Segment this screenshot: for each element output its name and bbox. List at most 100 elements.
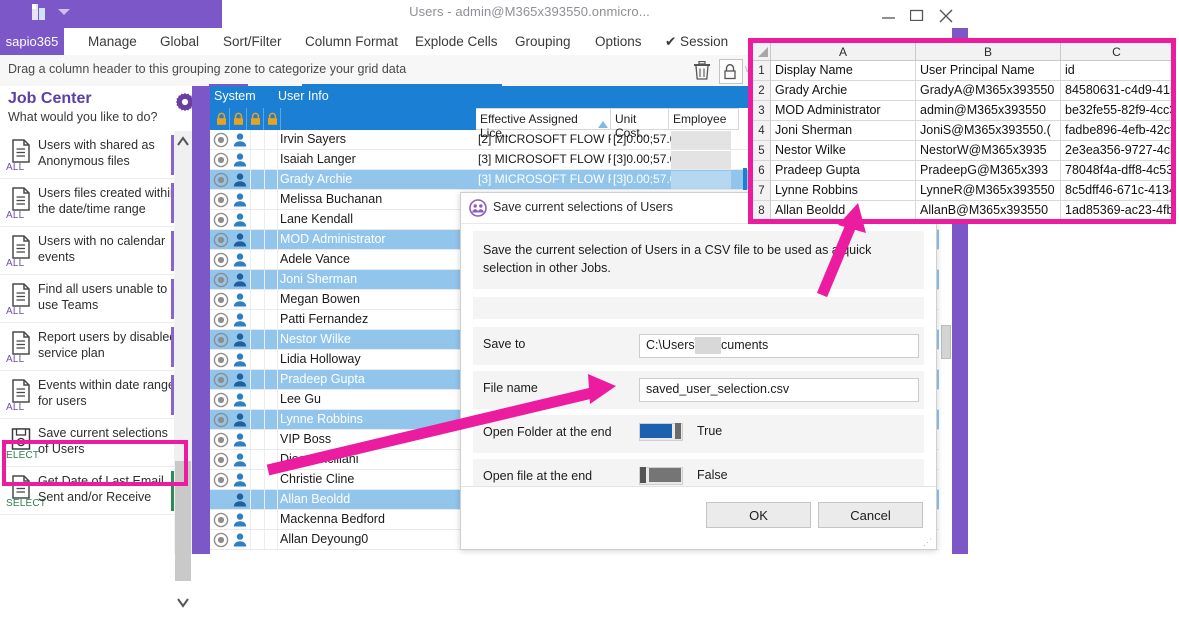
- row-radio-icon[interactable]: [213, 272, 229, 288]
- spreadsheet-cell[interactable]: fadbe896-4efb-42cf-9c1: [1061, 121, 1171, 141]
- job-center-item-1[interactable]: ALL Users files created within the date/t…: [0, 179, 192, 227]
- spreadsheet-cell[interactable]: [1173, 101, 1176, 121]
- save-to-input[interactable]: C:\Users\ \Documents: [639, 334, 919, 358]
- cancel-button[interactable]: Cancel: [818, 502, 923, 528]
- spreadsheet-cell[interactable]: User Principal Name: [916, 61, 1061, 81]
- job-center-item-4[interactable]: ALL Report users by disabled service plan: [0, 323, 192, 371]
- row-radio-icon[interactable]: [213, 152, 229, 168]
- row-radio-icon[interactable]: [213, 132, 229, 148]
- column-header-employee[interactable]: Employee: [669, 108, 739, 130]
- spreadsheet-row-header-5[interactable]: 5: [753, 141, 771, 161]
- job-center-item-5[interactable]: ALL Events within date range for users: [0, 371, 192, 419]
- spreadsheet-cell[interactable]: [1173, 201, 1176, 221]
- spreadsheet-grid[interactable]: ABCD 12345678 Display NameUser Principal…: [753, 43, 1171, 219]
- lock-icon[interactable]: [248, 108, 264, 130]
- toggle-knob[interactable]: [675, 423, 681, 439]
- dialog-resize-grip[interactable]: ⋰: [923, 537, 933, 548]
- spreadsheet-cell[interactable]: be32fe55-82f9-4cc3-900: [1061, 101, 1171, 121]
- tab-session[interactable]: ✔ Session: [655, 28, 738, 55]
- row-radio-icon[interactable]: [213, 532, 229, 548]
- spreadsheet-overlay[interactable]: ABCD 12345678 Display NameUser Principal…: [748, 38, 1176, 224]
- spreadsheet-cell[interactable]: NestorW@M365x3935: [916, 141, 1061, 161]
- tab-sapio365[interactable]: sapio365: [0, 28, 64, 55]
- spreadsheet-cell[interactable]: AllanB@M365x393550: [916, 201, 1061, 219]
- spreadsheet-cell[interactable]: Joni Sherman: [771, 121, 916, 141]
- row-radio-icon[interactable]: [213, 292, 229, 308]
- spreadsheet-row-header-7[interactable]: 7: [753, 181, 771, 201]
- open-file-toggle[interactable]: [639, 467, 687, 485]
- job-center-item-3[interactable]: ALL Find all users unable to use Teams: [0, 275, 192, 323]
- row-radio-icon[interactable]: [213, 472, 229, 488]
- spreadsheet-cell[interactable]: MOD Administrator: [771, 101, 916, 121]
- open-folder-toggle[interactable]: [639, 423, 687, 441]
- spreadsheet-cell[interactable]: [1173, 121, 1176, 141]
- lock-icon[interactable]: [214, 108, 230, 130]
- tab-sort-filter[interactable]: Sort/Filter: [213, 28, 292, 55]
- spreadsheet-column-header-d[interactable]: D: [1173, 43, 1176, 61]
- spreadsheet-cell[interactable]: 8c5dff46-671c-4134-b95: [1061, 181, 1171, 201]
- tab-grouping[interactable]: Grouping: [505, 28, 581, 55]
- spreadsheet-cell[interactable]: GradyA@M365x393550: [916, 81, 1061, 101]
- spreadsheet-row-header-8[interactable]: 8: [753, 201, 771, 219]
- tab-explode-cells[interactable]: Explode Cells: [405, 28, 508, 55]
- row-radio-icon[interactable]: [213, 352, 229, 368]
- spreadsheet-cell[interactable]: Pradeep Gupta: [771, 161, 916, 181]
- spreadsheet-row-header-1[interactable]: 1: [753, 61, 771, 81]
- job-center-item-0[interactable]: ALL Users with shared as Anonymous files: [0, 131, 192, 179]
- lock-icon[interactable]: [231, 108, 247, 130]
- spreadsheet-cell[interactable]: 1ad85369-ac23-4fb6-be: [1061, 201, 1171, 219]
- row-radio-icon[interactable]: [213, 412, 229, 428]
- close-button[interactable]: [929, 2, 963, 26]
- spreadsheet-cell[interactable]: id: [1061, 61, 1171, 81]
- job-center-list[interactable]: ALL Users with shared as Anonymous files A…: [0, 131, 192, 554]
- spreadsheet-cell[interactable]: Allan Beoldd: [771, 201, 916, 219]
- scroll-up-icon[interactable]: [174, 131, 192, 153]
- row-radio-icon[interactable]: [213, 332, 229, 348]
- row-radio-icon[interactable]: [213, 232, 229, 248]
- spreadsheet-row-header-4[interactable]: 4: [753, 121, 771, 141]
- toggle-knob[interactable]: [640, 467, 646, 483]
- spreadsheet-column-header-b[interactable]: B: [916, 43, 1061, 61]
- column-header-effective-assigned-license[interactable]: Effective Assigned Lice...: [476, 108, 611, 140]
- row-radio-icon[interactable]: [213, 252, 229, 268]
- ok-button[interactable]: OK: [706, 502, 811, 528]
- spreadsheet-cell[interactable]: Lynne Robbins: [771, 181, 916, 201]
- select-all-corner-icon[interactable]: [753, 43, 771, 61]
- row-radio-icon[interactable]: [213, 452, 229, 468]
- spreadsheet-cell[interactable]: 2e3ea356-9727-4cba-9b: [1061, 141, 1171, 161]
- job-center-item-2[interactable]: ALL Users with no calendar events: [0, 227, 192, 275]
- file-name-input[interactable]: saved_user_selection.csv: [639, 378, 919, 402]
- row-radio-icon[interactable]: [213, 192, 229, 208]
- spreadsheet-cell[interactable]: 84580631-c4d9-415d-8c: [1061, 81, 1171, 101]
- spreadsheet-cell[interactable]: [1173, 81, 1176, 101]
- spreadsheet-row-header-2[interactable]: 2: [753, 81, 771, 101]
- row-radio-icon[interactable]: [213, 212, 229, 228]
- spreadsheet-cell[interactable]: [1173, 181, 1176, 201]
- spreadsheet-cell[interactable]: JoniS@M365x393550.(: [916, 121, 1061, 141]
- row-radio-icon[interactable]: [213, 512, 229, 528]
- spreadsheet-row-header-6[interactable]: 6: [753, 161, 771, 181]
- spreadsheet-cell[interactable]: [1173, 61, 1176, 81]
- scroll-down-icon[interactable]: [174, 591, 192, 613]
- spreadsheet-cell[interactable]: 78048f4a-dff8-4c53-bc0: [1061, 161, 1171, 181]
- spreadsheet-column-header-a[interactable]: A: [771, 43, 916, 61]
- spreadsheet-cell[interactable]: PradeepG@M365x393: [916, 161, 1061, 181]
- spreadsheet-cell[interactable]: LynneR@M365x393550: [916, 181, 1061, 201]
- row-radio-icon[interactable]: [213, 392, 229, 408]
- row-radio-icon[interactable]: [213, 172, 229, 188]
- tab-manage[interactable]: Manage: [78, 28, 147, 55]
- spreadsheet-cell[interactable]: admin@M365x393550: [916, 101, 1061, 121]
- spreadsheet-column-header-c[interactable]: C: [1061, 43, 1171, 61]
- spreadsheet-cell[interactable]: Grady Archie: [771, 81, 916, 101]
- row-radio-icon[interactable]: [213, 372, 229, 388]
- grid-vertical-scroll-thumb[interactable]: [941, 325, 951, 359]
- tab-global[interactable]: Global: [150, 28, 209, 55]
- lock-icon[interactable]: [265, 108, 281, 130]
- spreadsheet-cell[interactable]: [1173, 161, 1176, 181]
- spreadsheet-row-header-3[interactable]: 3: [753, 101, 771, 121]
- tab-options[interactable]: Options: [585, 28, 652, 55]
- spreadsheet-cell[interactable]: Nestor Wilke: [771, 141, 916, 161]
- lock-icon[interactable]: [719, 59, 743, 84]
- row-radio-icon[interactable]: [213, 432, 229, 448]
- spreadsheet-cell[interactable]: [1173, 141, 1176, 161]
